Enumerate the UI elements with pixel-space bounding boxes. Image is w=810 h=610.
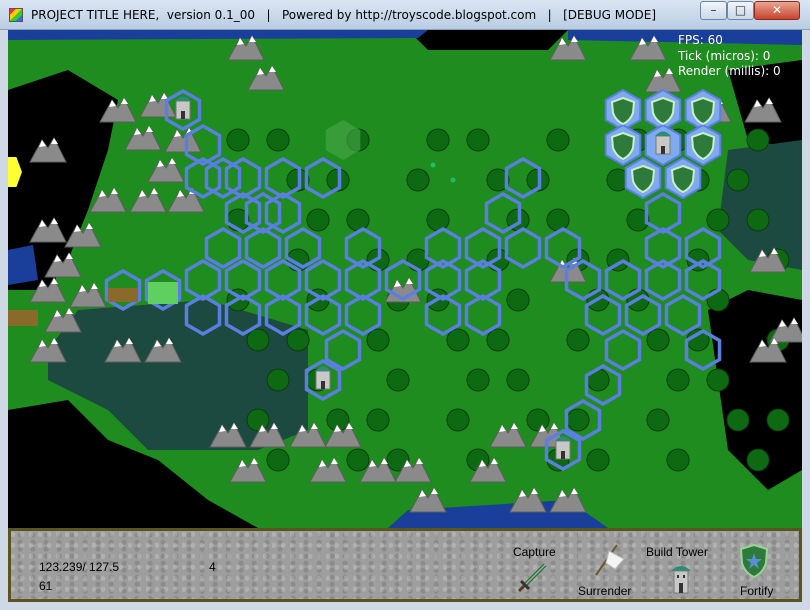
minimize-button[interactable]: – — [700, 1, 727, 20]
forest-tree — [446, 328, 470, 352]
forest-tree — [306, 208, 330, 232]
forest-tree — [766, 408, 790, 432]
forest-tree — [366, 328, 390, 352]
forest-tree — [506, 368, 530, 392]
forest-tree — [446, 408, 470, 432]
forest-tree — [646, 328, 670, 352]
forest-tree — [346, 208, 370, 232]
forest-tree — [266, 368, 290, 392]
tower-door — [181, 111, 185, 119]
game-canvas[interactable]: FPS: 60 Tick (micros): 0 Render (millis)… — [8, 30, 802, 602]
fortify-button[interactable] — [739, 543, 769, 579]
sword-icon — [517, 563, 547, 593]
water — [8, 245, 38, 285]
tick-readout: Tick (micros): 0 — [678, 48, 771, 63]
forest-tree — [426, 208, 450, 232]
forest-tree — [506, 288, 530, 312]
close-button[interactable]: ✕ — [754, 1, 800, 20]
forest-tree — [646, 408, 670, 432]
unit-marker — [430, 162, 436, 168]
white-flag-icon — [595, 544, 625, 576]
debug-overlay: FPS: 60 Tick (micros): 0 Render (millis)… — [678, 33, 781, 80]
build-tower-label: Build Tower — [646, 545, 708, 559]
build-tower-button[interactable] — [666, 561, 696, 597]
fps-readout: FPS: 60 — [678, 33, 723, 47]
hud-panel: 123.239/ 127.5 61 4 Capture Surrender Bu… — [8, 528, 802, 602]
forest-tree — [526, 408, 550, 432]
window-title: PROJECT TITLE HERE, version 0.1_00 | Pow… — [31, 8, 657, 22]
unexplored-region — [408, 30, 568, 50]
cursor-coordinates: 123.239/ 127.5 — [39, 560, 120, 574]
forest-tree — [346, 448, 370, 472]
capture-button[interactable] — [515, 561, 551, 595]
hud-value-primary: 61 — [39, 579, 53, 593]
forest-tree — [746, 208, 770, 232]
forest-tree — [426, 128, 450, 152]
forest-tree — [406, 168, 430, 192]
forest-tree — [266, 448, 290, 472]
forest-tree — [246, 328, 270, 352]
forest-tree — [546, 128, 570, 152]
forest-tree — [706, 208, 730, 232]
forest-tree — [286, 328, 310, 352]
unit-marker — [450, 177, 456, 183]
forest-tree — [386, 368, 410, 392]
forest-tree — [566, 328, 590, 352]
fortify-label: Fortify — [740, 584, 774, 598]
forest-tree — [746, 128, 770, 152]
forest-tree — [586, 448, 610, 472]
hex-map[interactable] — [8, 30, 802, 528]
surrender-button[interactable] — [591, 541, 627, 579]
forest-tree — [666, 368, 690, 392]
forest-tree — [726, 408, 750, 432]
tower-door — [561, 451, 565, 459]
forest-tree — [246, 408, 270, 432]
tower-icon — [671, 566, 691, 594]
tower-door — [321, 381, 325, 389]
farmland — [148, 282, 178, 304]
capture-label: Capture — [513, 545, 556, 559]
village — [108, 288, 138, 302]
tower-door — [661, 146, 665, 154]
window-titlebar: PROJECT TITLE HERE, version 0.1_00 | Pow… — [0, 0, 810, 30]
hud-value-secondary: 4 — [209, 560, 216, 574]
forest-tree — [466, 128, 490, 152]
forest-tree — [566, 408, 590, 432]
forest-tree — [666, 448, 690, 472]
forest-tree — [486, 328, 510, 352]
forest-tree — [546, 208, 570, 232]
forest-tree — [746, 448, 770, 472]
forest-tree — [726, 168, 750, 192]
forest-tree — [466, 368, 490, 392]
village — [8, 310, 38, 326]
maximize-button[interactable]: □ — [727, 1, 754, 20]
forest-tree — [266, 128, 290, 152]
forest-tree — [226, 128, 250, 152]
shield-icon — [739, 543, 769, 579]
render-readout: Render (millis): 0 — [678, 64, 781, 78]
surrender-label: Surrender — [578, 584, 632, 598]
forest-tree — [706, 368, 730, 392]
app-icon — [9, 8, 23, 22]
forest-tree — [366, 408, 390, 432]
